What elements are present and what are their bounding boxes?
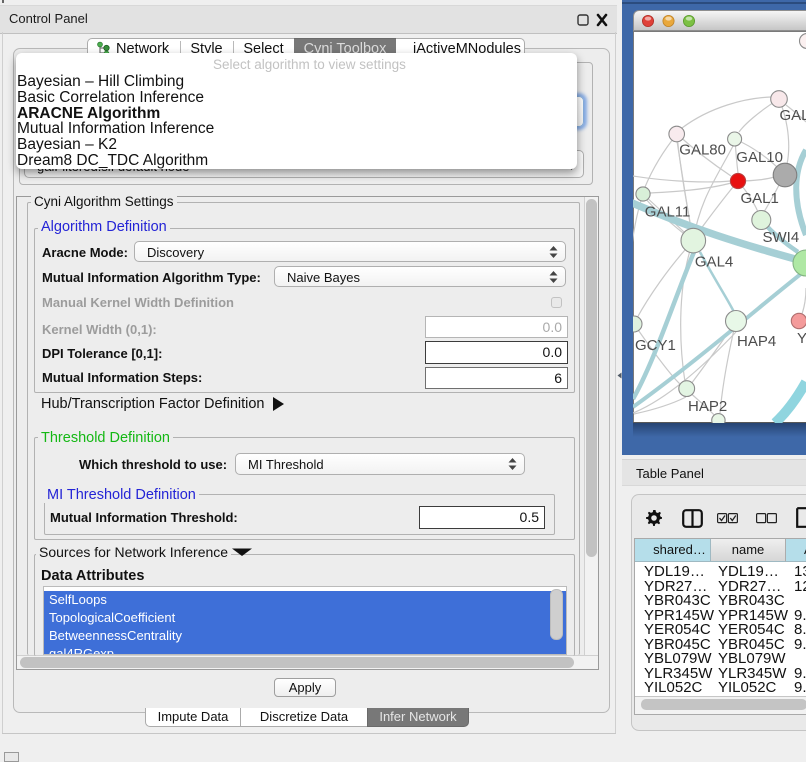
svg-text:GAL80: GAL80 xyxy=(679,142,726,159)
svg-text:HAP4: HAP4 xyxy=(737,333,776,350)
svg-text:GAL4: GAL4 xyxy=(695,254,733,271)
svg-text:Y: Y xyxy=(797,330,806,347)
svg-text:GAL10: GAL10 xyxy=(736,149,783,166)
svg-text:GAL7: GAL7 xyxy=(780,107,806,124)
svg-text:SWI4: SWI4 xyxy=(763,229,800,246)
svg-text:GCY1: GCY1 xyxy=(635,337,676,354)
svg-text:GAL11: GAL11 xyxy=(645,204,691,221)
svg-text:HAP2: HAP2 xyxy=(688,398,727,415)
svg-text:GAL1: GAL1 xyxy=(741,190,779,207)
